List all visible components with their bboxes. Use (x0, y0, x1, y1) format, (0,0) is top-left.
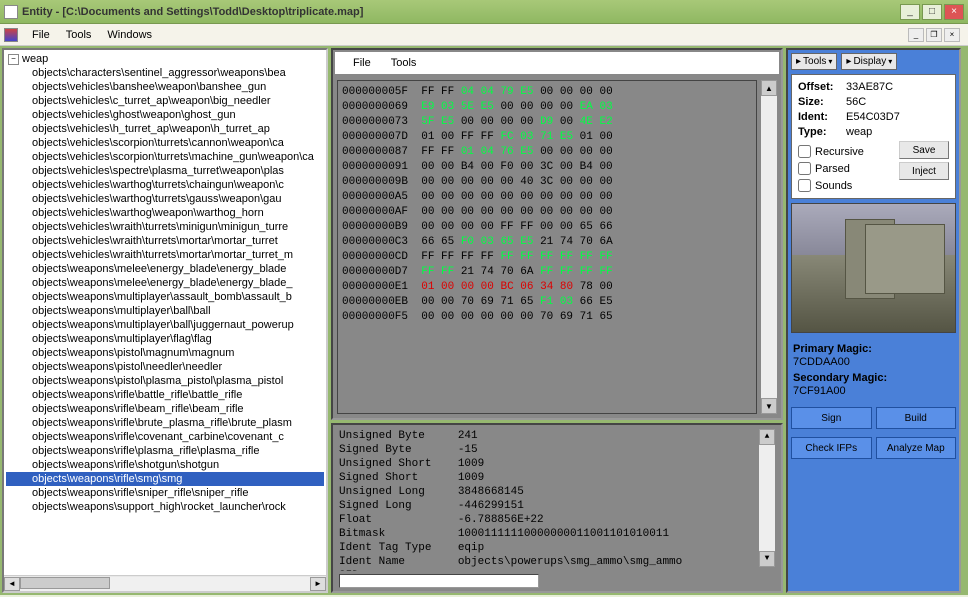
tree-item[interactable]: objects\vehicles\ghost\weapon\ghost_gun (6, 108, 324, 122)
tree-item[interactable]: objects\weapons\melee\energy_blade\energ… (6, 262, 324, 276)
analyze-map-button[interactable]: Analyze Map (876, 437, 957, 459)
titlebar: Entity - [C:\Documents and Settings\Todd… (0, 0, 968, 24)
tree-root[interactable]: −weap (6, 52, 324, 66)
menu-tools[interactable]: Tools (58, 27, 100, 43)
tree-item[interactable]: objects\vehicles\scorpion\turrets\cannon… (6, 136, 324, 150)
status-input[interactable] (339, 574, 539, 588)
tree-item[interactable]: objects\weapons\pistol\plasma_pistol\pla… (6, 374, 324, 388)
tree-item[interactable]: objects\vehicles\warthog\turrets\chaingu… (6, 178, 324, 192)
check-ifps-button[interactable]: Check IFPs (791, 437, 872, 459)
sounds-label: Sounds (815, 180, 852, 192)
parsed-label: Parsed (815, 163, 850, 175)
tree-item[interactable]: objects\weapons\rifle\brute_plasma_rifle… (6, 416, 324, 430)
menu-file[interactable]: File (24, 27, 58, 43)
tree-item[interactable]: objects\vehicles\wraith\turrets\mortar\m… (6, 234, 324, 248)
tree-item[interactable]: objects\vehicles\warthog\turrets\gauss\w… (6, 192, 324, 206)
tree-item[interactable]: objects\weapons\rifle\smg\smg (6, 472, 324, 486)
tree-item[interactable]: objects\vehicles\wraith\turrets\mortar\m… (6, 248, 324, 262)
tree-item[interactable]: objects\weapons\multiplayer\flag\flag (6, 332, 324, 346)
tree-item[interactable]: objects\weapons\rifle\beam_rifle\beam_ri… (6, 402, 324, 416)
type-label: Type: (798, 126, 846, 138)
display-dropdown[interactable]: ▸Display▾ (841, 53, 897, 70)
scroll-up-button[interactable]: ▲ (759, 429, 775, 445)
tree-item[interactable]: objects\weapons\support_high\rocket_laun… (6, 500, 324, 514)
tree-item[interactable]: objects\weapons\pistol\magnum\magnum (6, 346, 324, 360)
tree-collapse-icon[interactable]: − (8, 54, 19, 65)
ident-label: Ident: (798, 111, 846, 123)
tree-item[interactable]: objects\weapons\rifle\covenant_carbine\c… (6, 430, 324, 444)
tree-item[interactable]: objects\weapons\rifle\sniper_rifle\snipe… (6, 486, 324, 500)
primary-magic-value: 7CDDAA00 (793, 356, 954, 368)
offset-label: Offset: (798, 81, 846, 93)
secondary-magic-value: 7CF91A00 (793, 385, 954, 397)
tree-item[interactable]: objects\vehicles\c_turret_ap\weapon\big_… (6, 94, 324, 108)
tree-item[interactable]: objects\vehicles\warthog\weapon\warthog_… (6, 206, 324, 220)
tree-item[interactable]: objects\weapons\multiplayer\ball\ball (6, 304, 324, 318)
title-text: Entity - [C:\Documents and Settings\Todd… (22, 6, 900, 18)
offset-value: 33AE87C (846, 81, 949, 93)
info-text: Unsigned Byte 241 Signed Byte -15 Unsign… (339, 429, 755, 567)
sounds-checkbox[interactable] (798, 179, 811, 192)
mdi-minimize[interactable]: _ (908, 28, 924, 42)
scroll-down-button[interactable]: ▼ (759, 551, 775, 567)
meta-box: Offset:33AE87C Size:56C Ident:E54C03D7 T… (791, 74, 956, 199)
tree-item[interactable]: objects\weapons\multiplayer\assault_bomb… (6, 290, 324, 304)
scroll-thumb[interactable] (20, 577, 110, 589)
tree-item[interactable]: objects\vehicles\banshee\weapon\banshee_… (6, 80, 324, 94)
tree-item[interactable]: objects\weapons\rifle\shotgun\shotgun (6, 458, 324, 472)
tree-item[interactable]: objects\vehicles\wraith\turrets\minigun\… (6, 220, 324, 234)
recursive-checkbox[interactable] (798, 145, 811, 158)
tree-hscroll[interactable]: ◄ ► (4, 575, 326, 591)
tree-pane: −weapobjects\characters\sentinel_aggress… (2, 48, 328, 593)
maximize-button[interactable]: □ (922, 4, 942, 20)
primary-magic-label: Primary Magic: (793, 343, 954, 355)
hex-vscroll[interactable]: ▲ ▼ (761, 80, 777, 414)
tree-item[interactable]: objects\weapons\rifle\plasma_rifle\plasm… (6, 444, 324, 458)
hex-menu-file[interactable]: File (343, 55, 381, 71)
close-button[interactable]: × (944, 4, 964, 20)
save-button[interactable]: Save (899, 141, 949, 159)
tree-item[interactable]: objects\weapons\melee\energy_blade\energ… (6, 276, 324, 290)
parsed-checkbox[interactable] (798, 162, 811, 175)
menu-windows[interactable]: Windows (99, 27, 160, 43)
scroll-up-button[interactable]: ▲ (761, 80, 777, 96)
mdi-icon (4, 28, 18, 42)
tree-item[interactable]: objects\vehicles\h_turret_ap\weapon\h_tu… (6, 122, 324, 136)
tree-item[interactable]: objects\weapons\multiplayer\ball\juggern… (6, 318, 324, 332)
scroll-left-button[interactable]: ◄ (4, 577, 20, 591)
scroll-right-button[interactable]: ► (310, 577, 326, 591)
hex-menu-tools[interactable]: Tools (381, 55, 427, 71)
build-button[interactable]: Build (876, 407, 957, 429)
tools-dropdown[interactable]: ▸Tools▾ (791, 53, 837, 70)
right-pane: ▸Tools▾ ▸Display▾ Offset:33AE87C Size:56… (786, 48, 961, 593)
inject-button[interactable]: Inject (899, 162, 949, 180)
info-vscroll[interactable]: ▲ ▼ (759, 429, 775, 567)
hex-menubar: File Tools (335, 52, 779, 74)
preview-image (791, 203, 956, 333)
app-icon (4, 5, 18, 19)
tree-item[interactable]: objects\vehicles\spectre\plasma_turret\w… (6, 164, 324, 178)
mdi-restore[interactable]: ❐ (926, 28, 942, 42)
tree-item[interactable]: objects\characters\sentinel_aggressor\we… (6, 66, 324, 80)
hex-pane: File Tools 000000005F FF FF 04 04 79 E5 … (331, 48, 783, 420)
type-value: weap (846, 126, 949, 138)
size-value: 56C (846, 96, 949, 108)
magic-box: Primary Magic: 7CDDAA00 Secondary Magic:… (791, 337, 956, 399)
tree-item[interactable]: objects\vehicles\scorpion\turrets\machin… (6, 150, 324, 164)
scroll-down-button[interactable]: ▼ (761, 398, 777, 414)
mdi-close[interactable]: × (944, 28, 960, 42)
menubar: File Tools Windows _ ❐ × (0, 24, 968, 46)
size-label: Size: (798, 96, 846, 108)
tree-item[interactable]: objects\weapons\pistol\needler\needler (6, 360, 324, 374)
info-pane: Unsigned Byte 241 Signed Byte -15 Unsign… (331, 423, 783, 593)
recursive-label: Recursive (815, 146, 864, 158)
sign-button[interactable]: Sign (791, 407, 872, 429)
secondary-magic-label: Secondary Magic: (793, 372, 954, 384)
status-bar (333, 571, 781, 591)
hex-grid[interactable]: 000000005F FF FF 04 04 79 E5 00 00 00 00… (337, 80, 757, 414)
tree-item[interactable]: objects\weapons\rifle\battle_rifle\battl… (6, 388, 324, 402)
ident-value: E54C03D7 (846, 111, 949, 123)
minimize-button[interactable]: _ (900, 4, 920, 20)
